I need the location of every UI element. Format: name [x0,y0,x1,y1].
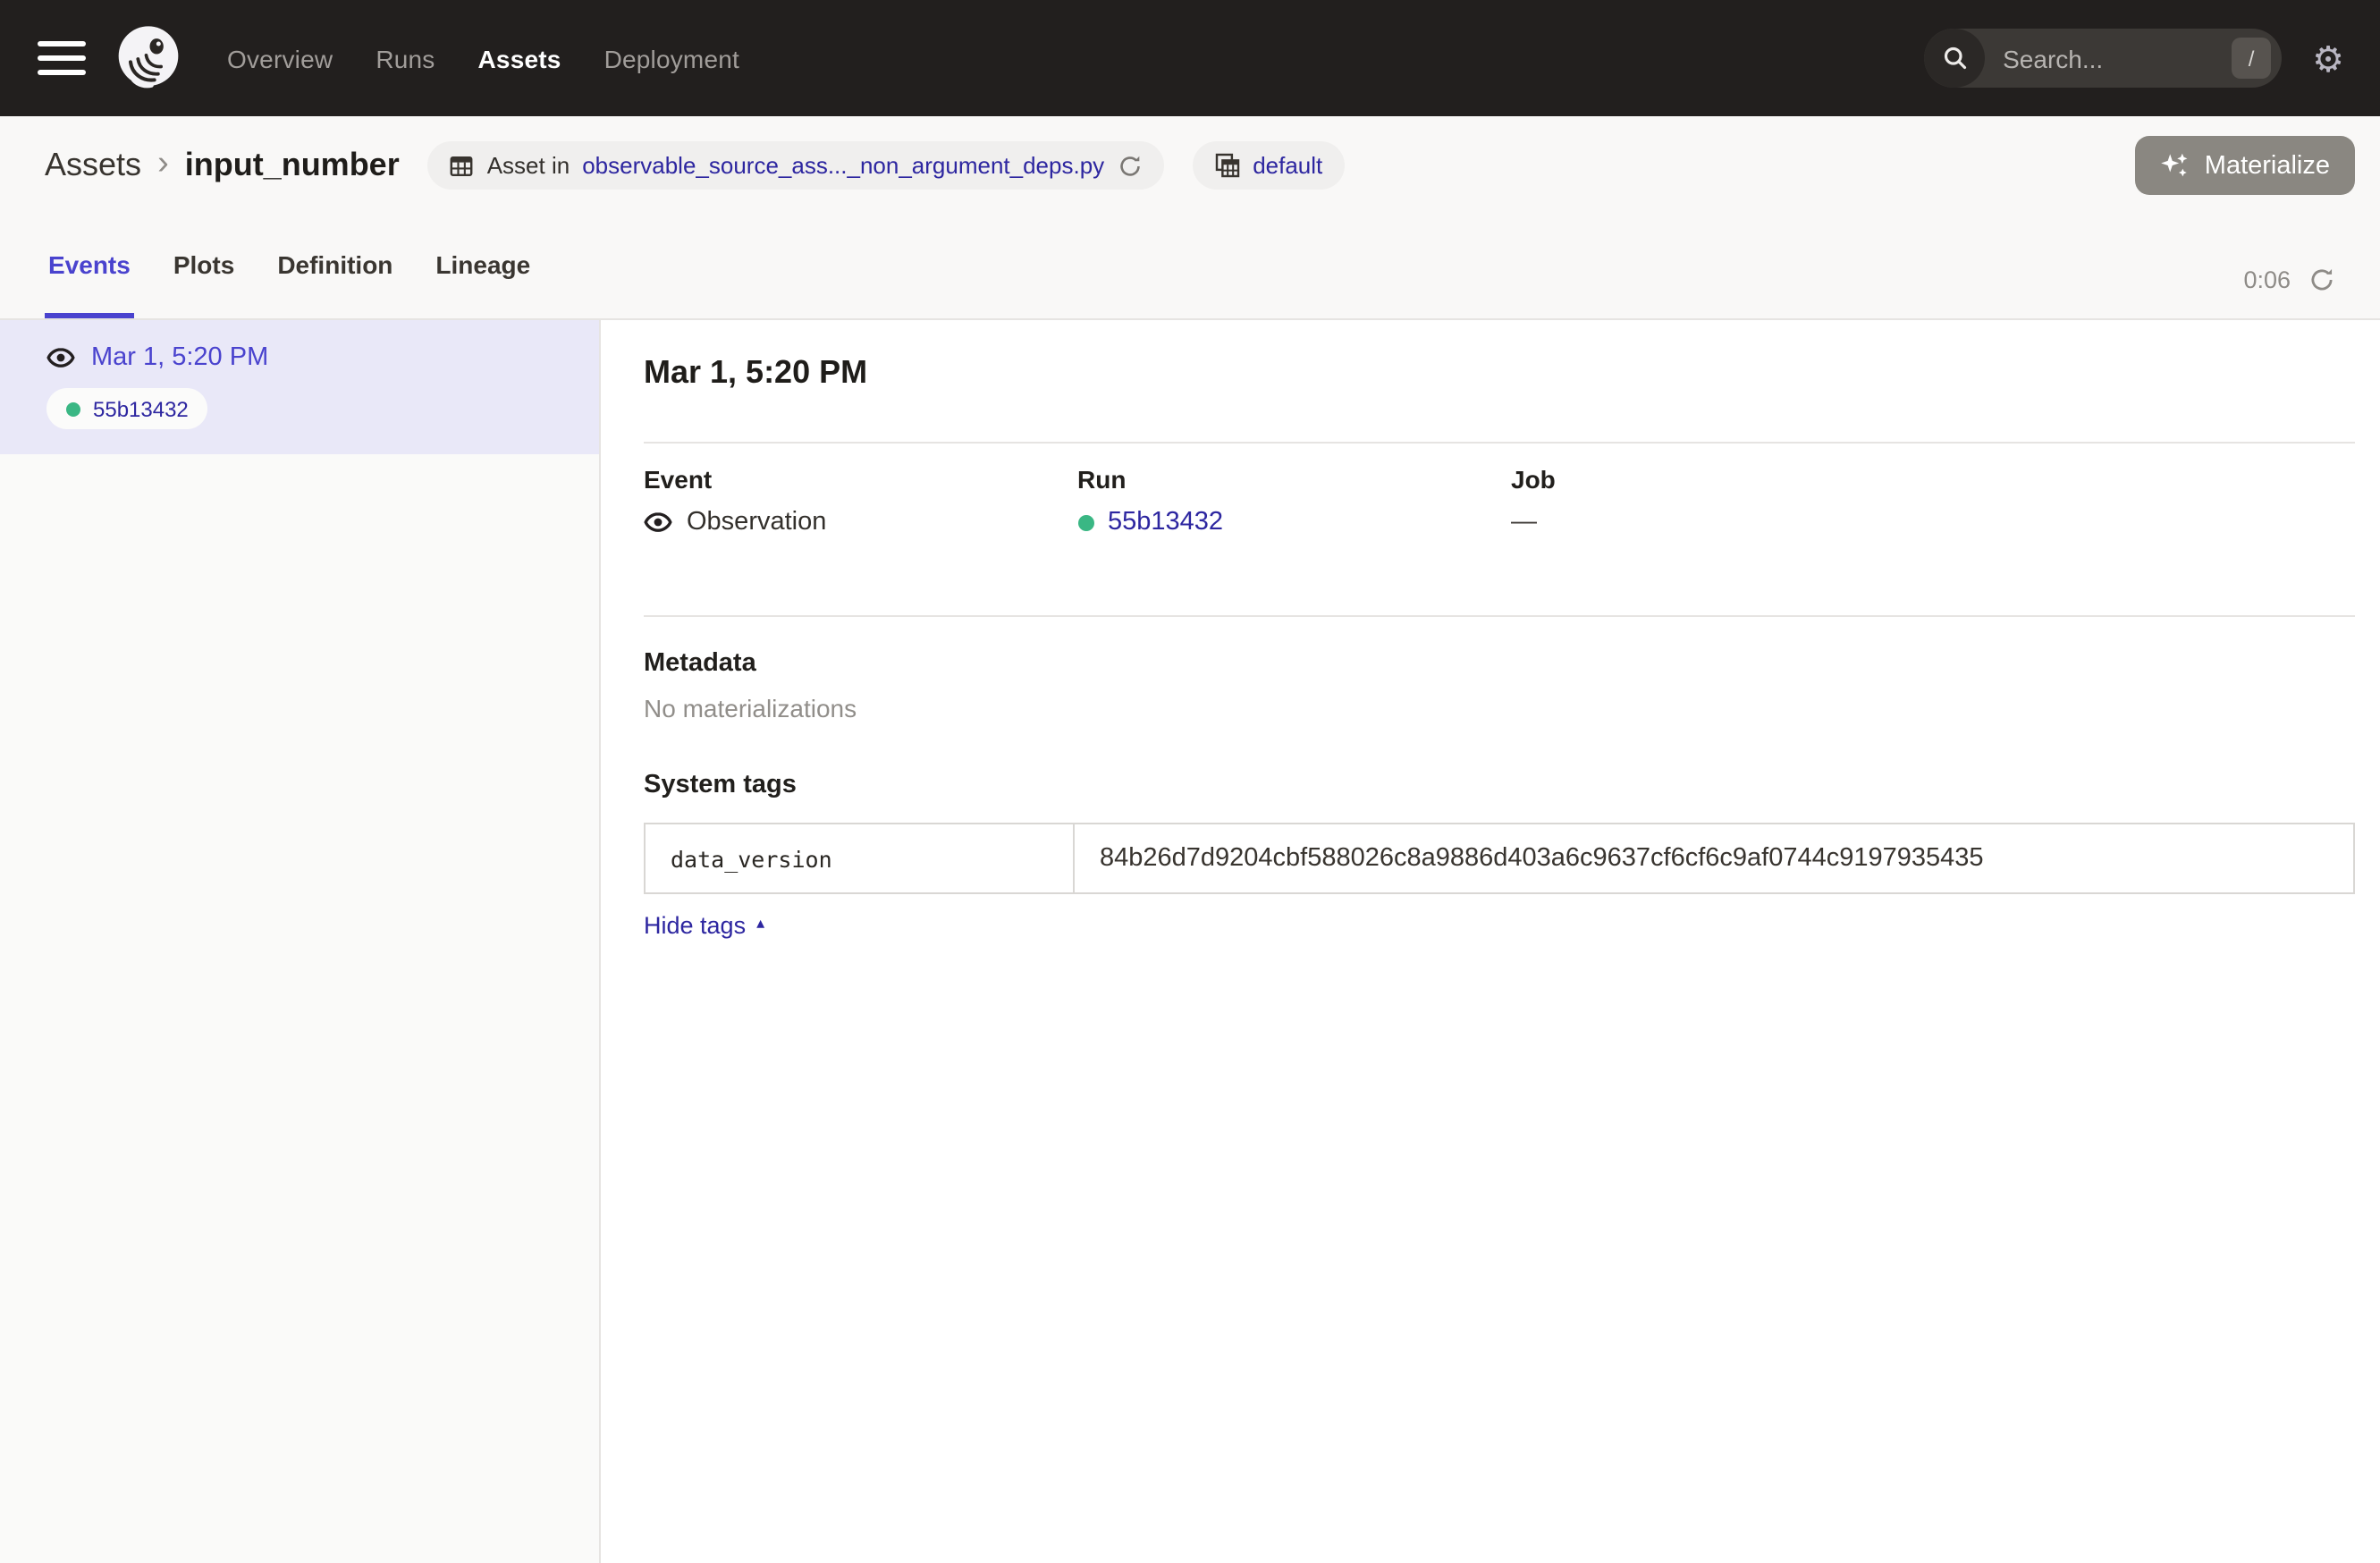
breadcrumb-assets-link[interactable]: Assets [45,147,141,184]
dagster-logo-icon[interactable] [113,22,184,94]
system-tags-heading: System tags [644,771,2355,799]
tab-plots[interactable]: Plots [170,215,238,318]
hamburger-menu-icon[interactable] [38,31,86,84]
breadcrumb-separator: › [157,144,169,183]
event-type-value: Observation [687,508,826,536]
refresh-countdown: 0:06 [2243,266,2291,292]
metadata-empty-text: No materializations [644,694,2355,722]
job-column-header: Job [1511,465,1945,494]
tab-lineage[interactable]: Lineage [432,215,534,318]
event-detail-panel: Mar 1, 5:20 PM Event Observation [601,320,2380,1563]
observation-eye-icon [644,508,672,536]
asset-definition-file-link[interactable]: observable_source_ass..._non_argument_de… [582,152,1104,179]
system-tags-table: data_version 84b26d7d9204cbf588026c8a988… [644,823,2355,894]
asset-location-badge: Asset in observable_source_ass..._non_ar… [428,141,1163,190]
tag-key-cell: data_version [646,824,1075,892]
nav-item-runs[interactable]: Runs [376,44,435,72]
search-icon [1924,29,1985,88]
run-id-chip-label: 55b13432 [93,396,189,421]
event-detail-title: Mar 1, 5:20 PM [644,354,2355,392]
job-empty-value: — [1511,508,1537,536]
tab-definition[interactable]: Definition [274,215,396,318]
materialize-button[interactable]: Materialize [2135,136,2355,195]
search-placeholder: Search... [2003,44,2103,72]
gear-icon[interactable]: ⚙ [2312,40,2344,76]
hide-tags-label: Hide tags [644,912,746,939]
materialize-label: Materialize [2205,151,2330,180]
dagster-app: Overview Runs Assets Deployment Search..… [0,0,2380,1563]
asset-location-prefix: Asset in [487,152,570,179]
code-location-link[interactable]: default [1253,152,1322,179]
run-status-dot [1077,514,1093,530]
sparkles-icon [2160,150,2190,181]
chevron-up-icon: ▴ [756,914,764,934]
table-grid-icon [450,153,475,178]
top-navigation-bar: Overview Runs Assets Deployment Search..… [0,0,2380,116]
events-list-panel: Mar 1, 5:20 PM 55b13432 [0,320,601,1563]
run-id-link[interactable]: 55b13432 [1108,508,1223,536]
event-list-item-selected[interactable]: Mar 1, 5:20 PM 55b13432 [0,320,599,454]
refresh-icon[interactable] [2308,266,2335,292]
run-status-dot [66,401,80,416]
code-location-icon [1213,152,1240,179]
asset-tabs-row: Events Plots Definition Lineage 0:06 [0,215,2380,320]
content-area: Mar 1, 5:20 PM 55b13432 Mar 1, 5:20 PM E… [0,320,2380,1563]
event-date-label: Mar 1, 5:20 PM [91,343,268,372]
nav-item-deployment[interactable]: Deployment [604,44,739,72]
hide-tags-link[interactable]: Hide tags ▴ [644,912,764,939]
nav-item-overview[interactable]: Overview [227,44,333,72]
tab-events[interactable]: Events [45,215,134,318]
page-title: input_number [185,147,400,184]
observation-eye-icon [46,343,75,372]
search-shortcut-key: / [2232,38,2271,79]
run-id-chip[interactable]: 55b13432 [46,388,208,429]
nav-item-assets[interactable]: Assets [478,44,561,72]
event-column-header: Event [644,465,1077,494]
tag-value-cell: 84b26d7d9204cbf588026c8a9886d403a6c9637c… [1075,824,2353,892]
asset-header-row: Assets › input_number Asset in observabl… [0,116,2380,215]
run-column-header: Run [1077,465,1511,494]
refresh-timer: 0:06 [2243,240,2335,318]
reload-definitions-icon[interactable] [1117,153,1142,178]
metadata-heading: Metadata [644,649,2355,678]
code-location-badge: default [1192,141,1344,190]
search-input[interactable]: Search... / [1924,29,2282,88]
primary-nav: Overview Runs Assets Deployment [227,44,739,72]
